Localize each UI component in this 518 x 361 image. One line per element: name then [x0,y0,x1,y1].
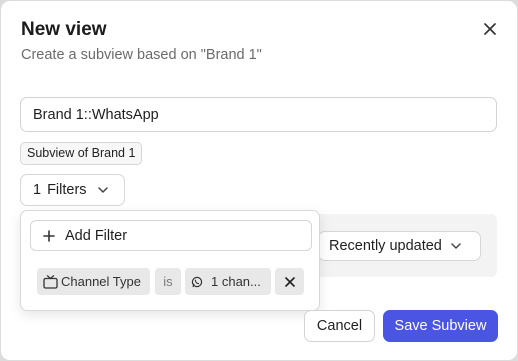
chevron-down-icon [450,242,462,250]
save-subview-button[interactable]: Save Subview [383,310,498,342]
close-icon [284,276,295,287]
dialog-subtitle: Create a subview based on "Brand 1" [21,47,262,63]
cancel-button[interactable]: Cancel [304,310,375,342]
whatsapp-icon [191,276,203,288]
filters-button[interactable]: 1 Filters [20,174,125,206]
sort-dropdown-button[interactable]: Recently updated [318,231,481,261]
plus-icon [43,229,55,242]
filter-operator-chip[interactable]: is [155,268,181,295]
filter-value-chip[interactable]: 1 chan... [185,268,271,295]
dialog-title: New view [21,19,107,40]
filter-field-chip[interactable]: Channel Type [37,268,150,295]
filter-field-label: Channel Type [61,274,141,289]
remove-filter-button[interactable] [275,268,304,295]
view-name-input[interactable] [20,97,497,132]
filters-label: Filters [47,182,87,198]
filter-operator-label: is [163,274,173,289]
subview-badge: Subview of Brand 1 [20,142,143,165]
add-filter-button[interactable]: Add Filter [30,220,312,251]
tv-icon [43,274,58,289]
filter-value-label: 1 chan... [211,274,261,289]
add-filter-label: Add Filter [65,227,128,244]
filter-dropdown: Add Filter Channel Type is 1 chan... [20,210,320,311]
filters-count: 1 [33,182,42,198]
chevron-down-icon [97,186,109,194]
sort-label: Recently updated [329,238,442,254]
close-icon[interactable] [481,20,499,38]
